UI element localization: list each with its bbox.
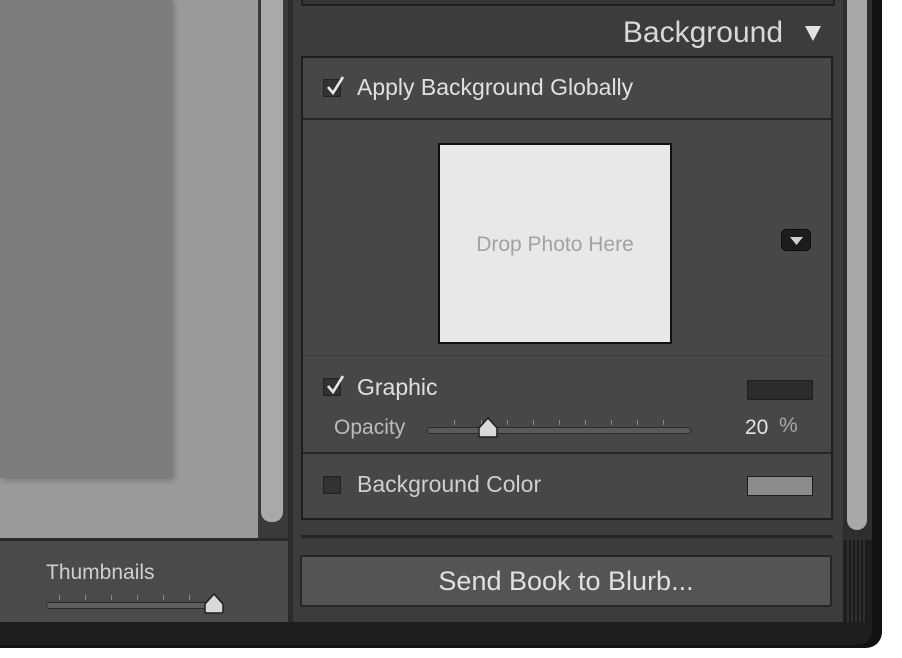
opacity-slider[interactable] <box>427 416 693 444</box>
book-page-preview[interactable] <box>0 0 172 478</box>
apply-globally-label[interactable]: Apply Background Globally <box>357 74 633 101</box>
photo-drop-zone[interactable]: Drop Photo Here <box>438 143 672 344</box>
opacity-value[interactable]: 20 <box>745 416 768 440</box>
right-panel-scrollbar[interactable] <box>843 0 872 540</box>
thumbnails-size-slider[interactable] <box>46 592 224 619</box>
resize-grip[interactable] <box>847 540 867 622</box>
graphic-color-swatch[interactable] <box>747 380 813 400</box>
graphic-label[interactable]: Graphic <box>357 374 438 401</box>
previous-section-box <box>301 0 835 6</box>
thumbnails-label: Thumbnails <box>46 561 155 584</box>
checkmark-icon <box>327 76 345 96</box>
background-color-checkbox[interactable] <box>323 476 341 494</box>
background-settings-box: Apply Background Globally Drop Photo Her… <box>301 56 833 520</box>
opacity-slider-knob[interactable] <box>476 416 500 440</box>
panel-separator <box>301 535 833 538</box>
triangle-down-icon[interactable] <box>803 24 823 42</box>
graphic-row: Graphic Opacity 20 % <box>303 356 831 452</box>
chevron-down-icon <box>790 237 803 245</box>
apply-globally-checkbox[interactable] <box>323 76 345 97</box>
thumbnails-toolbar: Thumbnails <box>0 538 288 622</box>
opacity-unit: % <box>779 414 798 437</box>
right-panel-scrollbar-thumb[interactable] <box>847 0 867 530</box>
background-color-swatch[interactable] <box>747 476 813 496</box>
background-color-row: Background Color <box>303 452 831 520</box>
send-book-to-blurb-button[interactable]: Send Book to Blurb... <box>300 555 832 607</box>
checkmark-icon <box>327 375 345 395</box>
background-options-dropdown[interactable] <box>781 229 811 251</box>
background-section-title[interactable]: Background <box>623 16 783 50</box>
book-preview-area[interactable] <box>0 0 258 538</box>
thumbnails-slider-track[interactable] <box>46 595 218 609</box>
preview-scrollbar-thumb[interactable] <box>261 0 283 522</box>
thumbnails-slider-knob[interactable] <box>202 592 226 616</box>
preview-scrollbar[interactable] <box>258 0 288 538</box>
opacity-slider-track[interactable] <box>427 420 691 434</box>
background-color-label[interactable]: Background Color <box>357 471 541 498</box>
drop-photo-placeholder: Drop Photo Here <box>476 233 634 256</box>
app-window: Thumbnails Background Apply Background G… <box>0 0 872 645</box>
right-panel: Background Apply Background Globally Dro… <box>293 0 843 622</box>
graphic-checkbox[interactable] <box>323 375 345 396</box>
opacity-label: Opacity <box>334 416 406 439</box>
apply-background-row: Apply Background Globally <box>303 58 831 120</box>
photo-drop-area: Drop Photo Here <box>303 120 831 356</box>
